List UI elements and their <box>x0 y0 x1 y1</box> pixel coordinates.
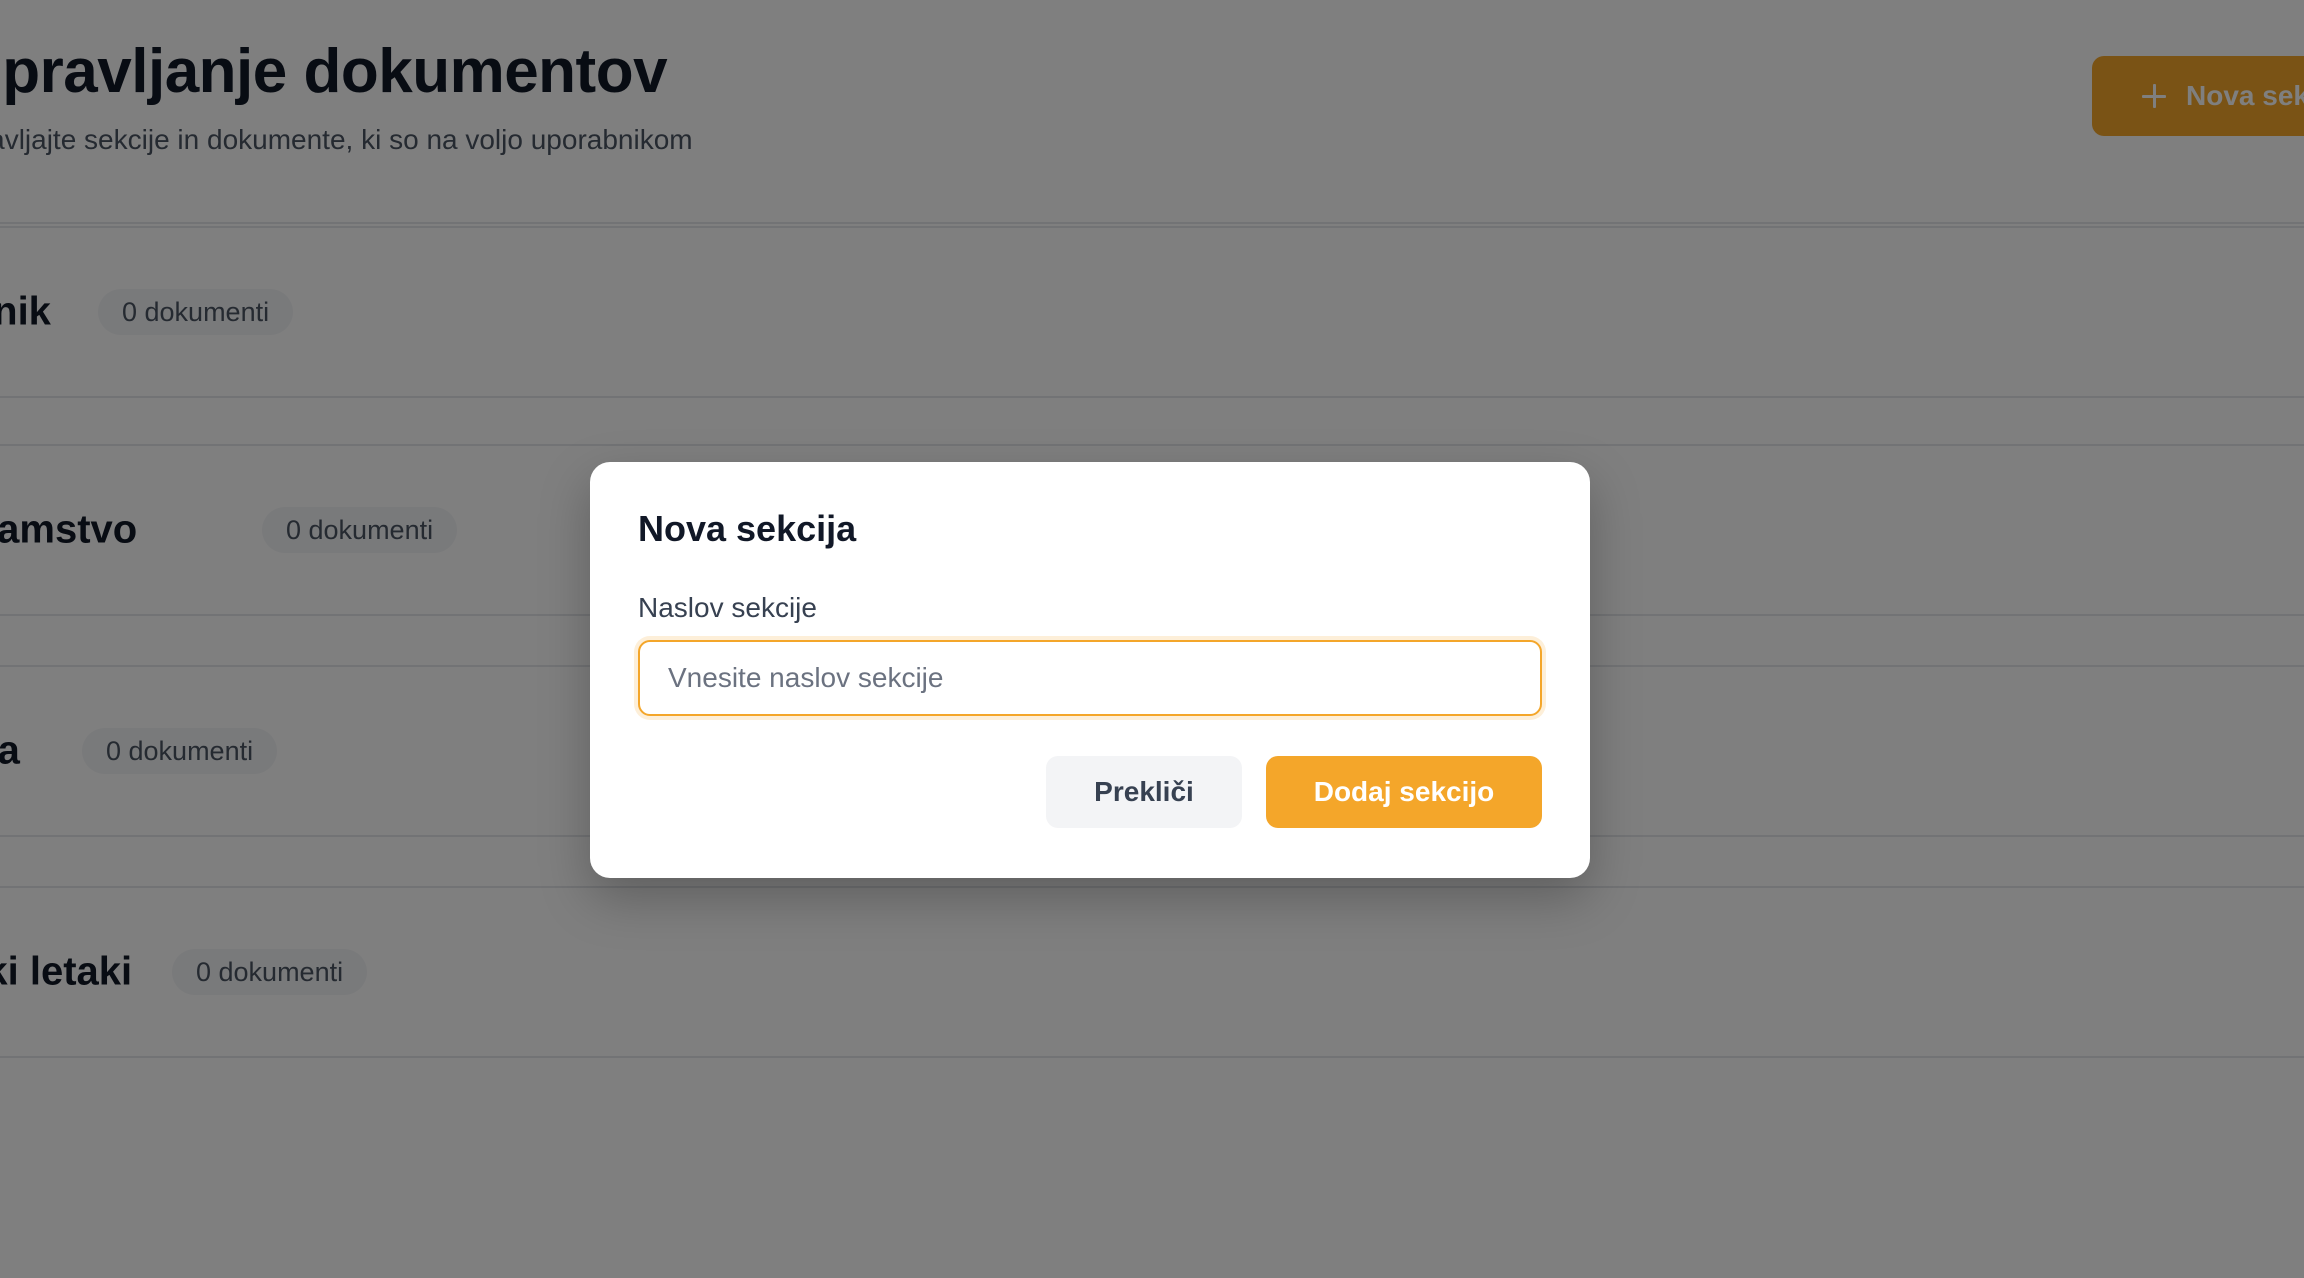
section-title-input[interactable] <box>638 640 1542 716</box>
section-title-label: Naslov sekcije <box>638 592 817 623</box>
cancel-button[interactable]: Prekliči <box>1046 756 1242 828</box>
add-section-button[interactable]: Dodaj sekcijo <box>1266 756 1542 828</box>
documents-page: Upravljanje dokumentov Upravljajte sekci… <box>0 0 2304 1278</box>
modal-title: Nova sekcija <box>638 508 857 549</box>
new-section-modal: Nova sekcija Naslov sekcije Prekliči Dod… <box>590 462 1590 878</box>
